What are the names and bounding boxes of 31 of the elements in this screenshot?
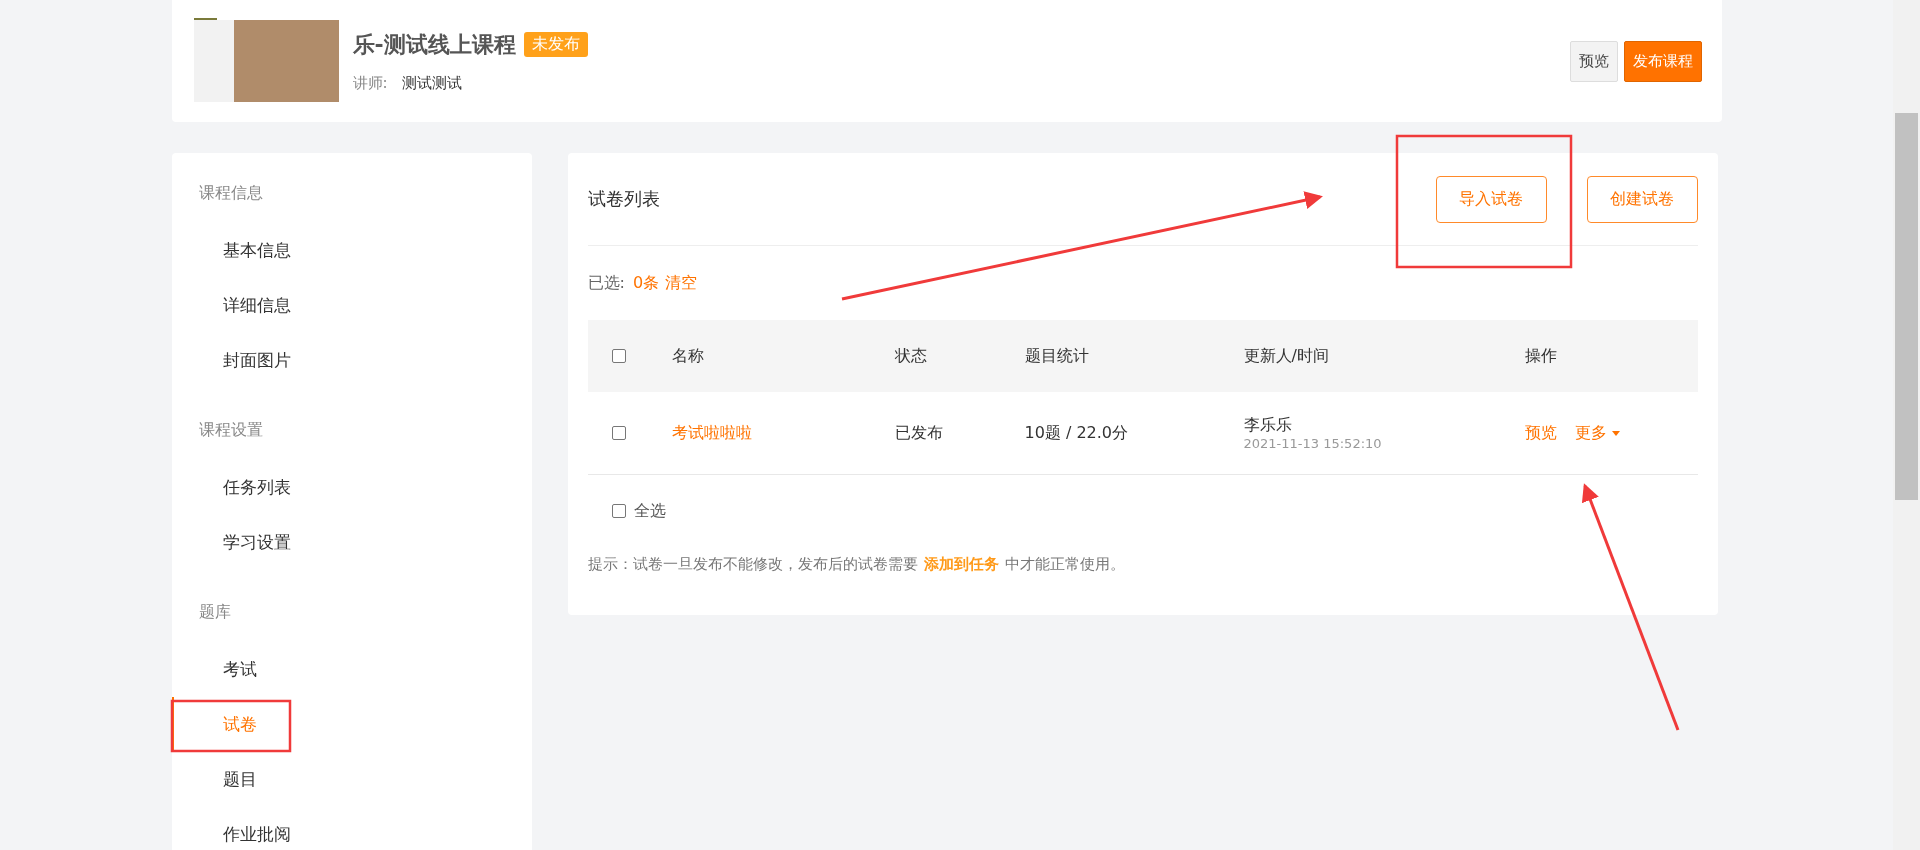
preview-button[interactable]: 预览 <box>1569 40 1618 82</box>
sidebar-item[interactable]: 任务列表 <box>171 460 532 515</box>
sidebar-item[interactable]: 封面图片 <box>171 333 532 388</box>
panel-title: 试卷列表 <box>587 187 660 211</box>
sidebar-section-title: 题库 <box>197 601 232 623</box>
tip-text: 提示：试卷一旦发布不能修改，发布后的试卷需要 <box>587 555 918 575</box>
sidebar-item[interactable]: 学习设置 <box>171 515 532 570</box>
select-all-label: 全选 <box>633 500 666 522</box>
sidebar-item[interactable]: 详细信息 <box>171 278 532 333</box>
lecturer-name: 测试测试 <box>401 73 462 93</box>
column-header: 名称 <box>671 345 704 365</box>
sidebar-item[interactable]: 考试 <box>171 642 532 697</box>
sidebar-item[interactable]: 作业批阅 <box>171 807 532 850</box>
column-header: 操作 <box>1524 345 1557 365</box>
updater-name: 李乐乐 <box>1243 415 1293 436</box>
column-header: 状态 <box>894 345 927 365</box>
sidebar-section-title: 课程信息 <box>197 182 264 204</box>
tip-text: 中才能正常使用。 <box>1004 555 1125 575</box>
lecturer-label: 讲师: <box>352 73 388 93</box>
update-time: 2021-11-13 15:52:10 <box>1243 436 1383 451</box>
table-cell: 10题 / 22.0分 <box>1024 422 1129 442</box>
course-title: 乐-测试线上课程 <box>352 30 516 59</box>
sidebar-section-title: 课程设置 <box>197 419 264 441</box>
column-header: 更新人/时间 <box>1243 345 1329 365</box>
column-header: 题目统计 <box>1024 345 1089 365</box>
table-cell: 已发布 <box>894 422 943 442</box>
status-badge: 未发布 <box>523 32 588 57</box>
sidebar-item[interactable]: 题目 <box>171 752 532 807</box>
selected-label: 已选: <box>587 272 625 294</box>
sidebar-item[interactable]: 基本信息 <box>171 223 532 278</box>
selected-count: 0条 <box>632 272 660 294</box>
